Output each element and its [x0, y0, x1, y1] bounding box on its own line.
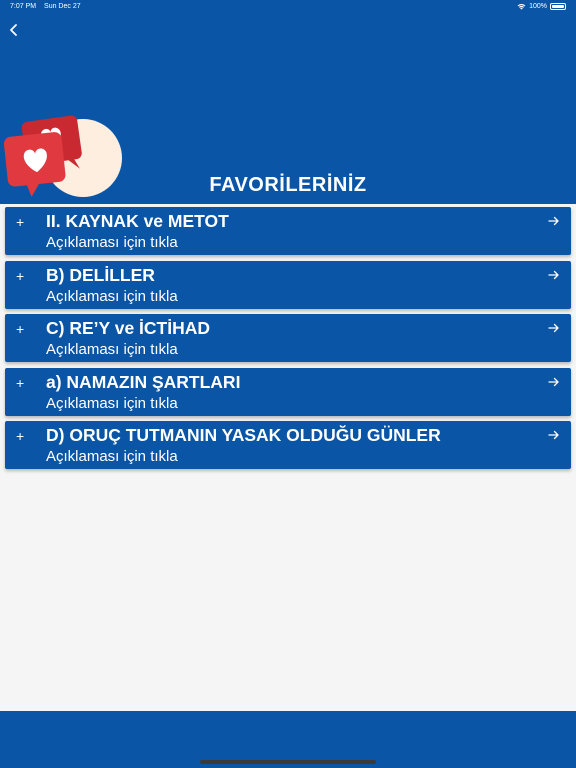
- arrow-right-icon[interactable]: [548, 322, 560, 334]
- plus-icon[interactable]: +: [16, 428, 24, 444]
- item-subtitle: Açıklaması için tıkla: [46, 234, 178, 251]
- status-time: 7:07 PM: [10, 3, 37, 10]
- item-title: II. KAYNAK ve METOT: [46, 211, 229, 231]
- arrow-right-icon[interactable]: [548, 215, 560, 227]
- list-item[interactable]: + II. KAYNAK ve METOT Açıklaması için tı…: [5, 207, 571, 255]
- chevron-left-icon: [10, 24, 17, 36]
- favorites-list: + II. KAYNAK ve METOT Açıklaması için tı…: [5, 207, 571, 475]
- wifi-icon: [517, 4, 526, 10]
- list-item[interactable]: + a) NAMAZIN ŞARTLARI Açıklaması için tı…: [5, 367, 571, 416]
- list-item[interactable]: + D) ORUÇ TUTMANIN YASAK OLDUĞU GÜNLER A…: [5, 421, 571, 469]
- status-bar: 7:07 PM Sun Dec 27 100%: [0, 0, 576, 14]
- arrow-right-icon[interactable]: [548, 269, 560, 281]
- item-subtitle: Açıklaması için tıkla: [46, 341, 178, 358]
- item-title: B) DELİLLER: [46, 264, 155, 285]
- item-subtitle: Açıklaması için tıkla: [46, 448, 178, 465]
- list-item[interactable]: + B) DELİLLER Açıklaması için tıkla: [5, 260, 571, 309]
- status-date: Sun Dec 27: [44, 3, 81, 10]
- plus-icon[interactable]: +: [16, 268, 24, 284]
- battery-icon: [550, 3, 566, 10]
- item-title: D) ORUÇ TUTMANIN YASAK OLDUĞU GÜNLER: [46, 425, 441, 445]
- item-subtitle: Açıklaması için tıkla: [46, 394, 178, 412]
- item-title: C) RE’Y ve İCTİHAD: [46, 318, 211, 338]
- list-item[interactable]: + C) RE’Y ve İCTİHAD Açıklaması için tık…: [5, 314, 571, 362]
- home-indicator[interactable]: [200, 760, 376, 764]
- item-subtitle: Açıklaması için tıkla: [46, 287, 178, 305]
- plus-icon[interactable]: +: [16, 321, 24, 337]
- item-title: a) NAMAZIN ŞARTLARI: [46, 371, 241, 392]
- plus-icon[interactable]: +: [16, 214, 24, 230]
- back-button[interactable]: [4, 20, 24, 40]
- plus-icon[interactable]: +: [16, 375, 24, 391]
- arrow-right-icon[interactable]: [548, 376, 560, 388]
- battery-percentage: 100%: [529, 3, 547, 10]
- page-title: FAVORİLERİNİZ: [209, 174, 367, 196]
- arrow-right-icon[interactable]: [548, 429, 560, 441]
